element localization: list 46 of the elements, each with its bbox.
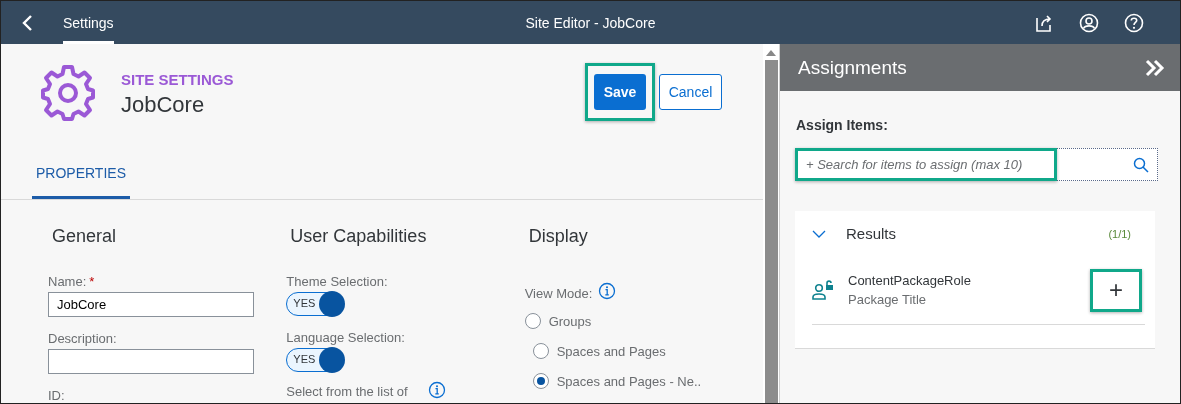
radio-label: Spaces and Pages - Ne.. [556,373,702,389]
section-heading: General [52,226,117,248]
user-profile-icon[interactable] [1079,12,1099,33]
panel-title: Assignments [798,56,907,79]
item-title: ContentPackageRole [848,273,971,288]
name-input[interactable]: JobCore [48,292,254,317]
field-label: ID: [48,388,65,403]
add-button[interactable]: + [1093,271,1139,309]
section-heading: User Capabilities [290,226,427,248]
scrollbar[interactable] [763,44,779,403]
assign-label: Assign Items: [796,117,889,133]
share-icon[interactable] [1034,12,1054,33]
description-input[interactable] [48,349,254,374]
chevron-icon[interactable] [812,228,826,239]
field-label: Theme Selection: [286,274,388,289]
toggle-switch[interactable]: YES [286,348,345,372]
user-lock-icon [812,280,834,300]
section-heading: Display [528,226,588,248]
field-label: Select from the list of [286,384,408,399]
search-icon[interactable] [1133,156,1149,173]
search-field[interactable]: + Search for items to assign (max 10) [795,148,1158,181]
page-overline: SITE SETTINGS [121,71,234,88]
gear-icon [39,63,97,121]
cancel-button[interactable]: Cancel [659,74,722,110]
radio-button[interactable] [532,373,549,389]
item-subtitle: Package Title [848,292,928,307]
field-label: Language Selection: [286,330,405,345]
field-label: Name: * [48,274,95,289]
help-icon[interactable] [1124,12,1144,33]
radio-label: Groups [548,313,592,329]
radio-label: Spaces and Pages [556,343,666,359]
search-input[interactable]: + Search for items to assign (max 10) [798,151,1054,178]
field-label: Description: [48,331,117,346]
save-button[interactable]: Save [594,74,646,110]
radio-button[interactable] [532,343,549,359]
double-chevron-icon[interactable] [1144,57,1166,78]
page-title: JobCore [121,92,206,118]
window-title: Site Editor - JobCore [525,14,656,31]
properties-tab[interactable]: PROPERTIES [32,165,130,199]
field-label: View Mode: [524,286,593,301]
info-icon[interactable] [598,281,617,300]
results-title: Results [846,225,897,242]
info-icon[interactable] [427,381,446,399]
results-count: (1/1) [1108,227,1131,240]
radio-button[interactable] [524,313,541,329]
toggle-switch[interactable]: YES [286,292,345,316]
